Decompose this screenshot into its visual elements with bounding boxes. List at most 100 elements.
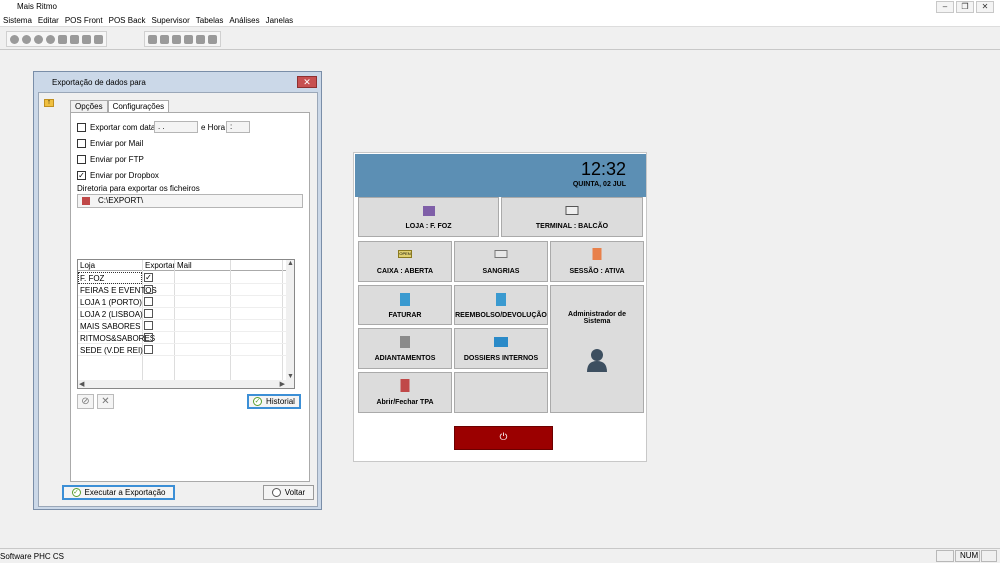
status-cell-empty: [981, 550, 997, 562]
mail-label: Enviar por Mail: [90, 139, 144, 148]
historial-button[interactable]: ✓ Historial: [247, 394, 301, 409]
menu-sistema[interactable]: Sistema: [0, 15, 35, 26]
execute-export-button[interactable]: ✓ Executar a Exportação: [62, 485, 175, 500]
user-icon: [587, 348, 607, 372]
grid-header: Loja Exportar Mail: [78, 260, 288, 271]
empty-tile: [454, 372, 548, 413]
tpa-tile[interactable]: Abrir/Fechar TPA: [358, 372, 452, 413]
export-checkbox[interactable]: [144, 309, 153, 318]
export-checkbox[interactable]: [144, 285, 153, 294]
menu-supervisor[interactable]: Supervisor: [149, 15, 193, 26]
voltar-label: Voltar: [284, 488, 306, 497]
folder-icon[interactable]: [82, 197, 90, 205]
voltar-button[interactable]: Voltar: [263, 485, 314, 500]
menu-pos-front[interactable]: POS Front: [62, 15, 106, 26]
toolbar-group-2: [144, 31, 221, 47]
table-row[interactable]: F. FOZ ✓: [78, 272, 288, 284]
toolbar-icon-3[interactable]: [34, 34, 43, 44]
toolbar-icon-8[interactable]: [94, 34, 103, 44]
check-circle-icon: ✓: [253, 397, 263, 407]
caixa-label: CAIXA : ABERTA: [376, 268, 434, 275]
toolbar-icon-9[interactable]: [148, 34, 157, 44]
date-field[interactable]: . .: [154, 121, 198, 133]
table-row[interactable]: RITMOS&SABORES: [78, 332, 288, 344]
table-row[interactable]: MAIS SABORES: [78, 320, 288, 332]
mail-checkbox[interactable]: [77, 139, 86, 148]
scroll-left-icon[interactable]: ◀: [79, 380, 84, 388]
toolbar-icon-4[interactable]: [46, 34, 55, 44]
dialog-body: ↑ Opções Configurações Exportar com data…: [38, 92, 318, 507]
scroll-up-icon[interactable]: ▲: [287, 260, 294, 267]
dropbox-checkbox[interactable]: ✓: [77, 171, 86, 180]
sessao-tile[interactable]: SESSÃO : ATIVA: [550, 241, 644, 282]
export-checkbox[interactable]: [144, 345, 153, 354]
toolbar-icon-2[interactable]: [22, 34, 31, 44]
export-checkbox[interactable]: [144, 321, 153, 330]
hourglass-icon: [592, 248, 602, 260]
export-dialog: Exportação de dados para ✕ ↑ Opções Conf…: [33, 71, 322, 510]
store-name: SEDE (V.DE REI): [80, 346, 143, 355]
menu-analises[interactable]: Análises: [226, 15, 262, 26]
hour-field[interactable]: :: [226, 121, 250, 133]
tab-opcoes[interactable]: Opções: [70, 100, 108, 112]
menu-tabelas[interactable]: Tabelas: [193, 15, 227, 26]
scroll-down-icon[interactable]: ▼: [287, 373, 294, 380]
dialog-close-button[interactable]: ✕: [297, 76, 317, 88]
reembolso-tile[interactable]: REEMBOLSO/DEVOLUÇÃO: [454, 285, 548, 325]
toolbar-icon-12[interactable]: [184, 34, 193, 44]
dir-field[interactable]: C:\EXPORT\: [77, 194, 303, 208]
terminal-label: TERMINAL : BALCÃO: [535, 223, 609, 230]
ftp-checkbox[interactable]: [77, 155, 86, 164]
admin-tile[interactable]: Administrador de Sistema: [550, 285, 644, 413]
toolbar-icon-11[interactable]: [172, 34, 181, 44]
caixa-tile[interactable]: OPEN CAIXA : ABERTA: [358, 241, 452, 282]
export-checkbox[interactable]: [144, 333, 153, 342]
receipt-icon: [496, 293, 506, 306]
status-bar: Software PHC CS NUM: [0, 548, 1000, 563]
table-row[interactable]: FEIRAS E EVENTOS: [78, 284, 288, 296]
table-row[interactable]: LOJA 1 (PORTO): [78, 296, 288, 308]
toolbar-icon-14[interactable]: [208, 34, 217, 44]
dialog-tabs: Opções Configurações: [70, 100, 170, 112]
menu-pos-back[interactable]: POS Back: [106, 15, 149, 26]
monitor-icon: [565, 206, 579, 215]
export-checkbox[interactable]: [144, 297, 153, 306]
toolbar-icon-5[interactable]: [58, 34, 67, 44]
terminal-tile[interactable]: TERMINAL : BALCÃO: [501, 197, 643, 237]
faturar-tile[interactable]: FATURAR: [358, 285, 452, 325]
power-button[interactable]: ⏻: [454, 426, 553, 450]
toolbar-icon-10[interactable]: [160, 34, 169, 44]
edit-button[interactable]: ⊘: [77, 394, 94, 409]
restore-button[interactable]: ❐: [956, 1, 974, 13]
menu-janelas[interactable]: Janelas: [263, 15, 297, 26]
grid-vertical-scrollbar[interactable]: ▲ ▼: [286, 260, 294, 388]
sangrias-label: SANGRIAS: [482, 268, 520, 275]
minimize-button[interactable]: –: [936, 1, 954, 13]
toolbar-icon-7[interactable]: [82, 34, 91, 44]
table-row[interactable]: LOJA 2 (LISBOA): [78, 308, 288, 320]
menu-editar[interactable]: Editar: [35, 15, 62, 26]
folder-open-icon: [494, 337, 508, 347]
loja-label: LOJA : F. FOZ: [405, 223, 452, 230]
sangrias-tile[interactable]: SANGRIAS: [454, 241, 548, 282]
grid-horizontal-scrollbar[interactable]: ◀ ▶: [78, 380, 286, 388]
tab-configuracoes[interactable]: Configurações: [107, 100, 170, 112]
delete-button[interactable]: ✕: [97, 394, 114, 409]
loja-tile[interactable]: LOJA : F. FOZ: [358, 197, 499, 237]
export-date-checkbox[interactable]: [77, 123, 86, 132]
tpa-label: Abrir/Fechar TPA: [376, 399, 434, 406]
toolbar-icon-6[interactable]: [70, 34, 79, 44]
close-window-button[interactable]: ✕: [976, 1, 994, 13]
export-checkbox[interactable]: ✓: [144, 273, 153, 282]
table-row[interactable]: SEDE (V.DE REI): [78, 344, 288, 356]
adiantamentos-tile[interactable]: ADIANTAMENTOS: [358, 328, 452, 369]
toolbar-icon-13[interactable]: [196, 34, 205, 44]
dossiers-tile[interactable]: DOSSIERS INTERNOS: [454, 328, 548, 369]
toolbar-icon-1[interactable]: [10, 34, 19, 44]
window-controls: – ❐ ✕: [936, 1, 994, 13]
x-icon: ✕: [101, 396, 110, 407]
scroll-right-icon[interactable]: ▶: [280, 380, 285, 388]
header-mail: Mail: [177, 261, 192, 270]
toolbar-group-1: [6, 31, 107, 47]
dir-label: Diretoria para exportar os ficheiros: [77, 184, 200, 193]
